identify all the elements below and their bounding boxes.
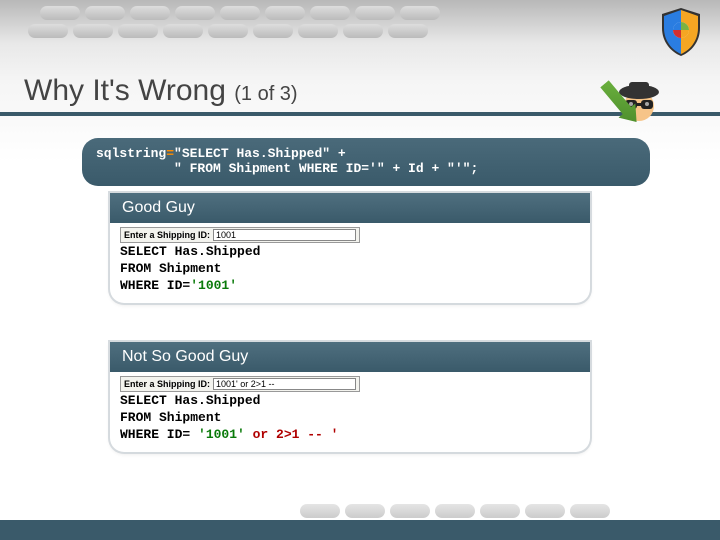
bad-input-row: Enter a Shipping ID: <box>120 376 360 392</box>
bad-guy-header: Not So Good Guy <box>110 342 590 372</box>
good-shipping-id-input[interactable] <box>213 229 356 241</box>
good-sql-output: SELECT Has.Shipped FROM Shipment WHERE I… <box>120 244 580 295</box>
bad-sql-l3a: WHERE ID= <box>120 427 198 442</box>
good-guy-header: Good Guy <box>110 193 590 223</box>
slide-title: Why It's Wrong (1 of 3) <box>24 74 298 108</box>
good-sql-l1: SELECT Has.Shipped <box>120 244 260 259</box>
footer-bar <box>0 520 720 540</box>
good-sql-l3a: WHERE ID= <box>120 278 190 293</box>
decorative-dots-top <box>40 6 440 20</box>
bad-shipping-id-input[interactable] <box>213 378 356 390</box>
equals-operator: = <box>166 146 174 161</box>
title-pager: (1 of 3) <box>234 83 297 105</box>
bad-input-label: Enter a Shipping ID: <box>124 379 210 389</box>
title-underline <box>0 112 720 116</box>
bad-sql-l1: SELECT Has.Shipped <box>120 393 260 408</box>
code-str2: " FROM Shipment WHERE ID='" + Id + "'"; <box>96 161 478 176</box>
good-guy-panel: Good Guy Enter a Shipping ID: SELECT Has… <box>110 193 590 303</box>
good-input-row: Enter a Shipping ID: <box>120 227 360 243</box>
code-var: sqlstring <box>96 146 166 161</box>
bad-guy-panel: Not So Good Guy Enter a Shipping ID: SEL… <box>110 342 590 452</box>
good-input-label: Enter a Shipping ID: <box>124 230 210 240</box>
shield-logo-icon <box>654 4 708 58</box>
bad-sql-l2: FROM Shipment <box>120 410 221 425</box>
vulnerable-code-block: sqlstring="SELECT Has.Shipped" + " FROM … <box>82 138 650 186</box>
bad-sql-injected-literal: '1001' <box>198 427 245 442</box>
code-str1: "SELECT Has.Shipped" + <box>174 146 346 161</box>
bad-sql-output: SELECT Has.Shipped FROM Shipment WHERE I… <box>120 393 580 444</box>
good-sql-l2: FROM Shipment <box>120 261 221 276</box>
good-sql-injected-value: '1001' <box>190 278 237 293</box>
title-main: Why It's Wrong <box>24 74 234 107</box>
decorative-dots-bottom <box>300 504 610 518</box>
bad-sql-injection-payload: or 2>1 -- ' <box>245 427 339 442</box>
